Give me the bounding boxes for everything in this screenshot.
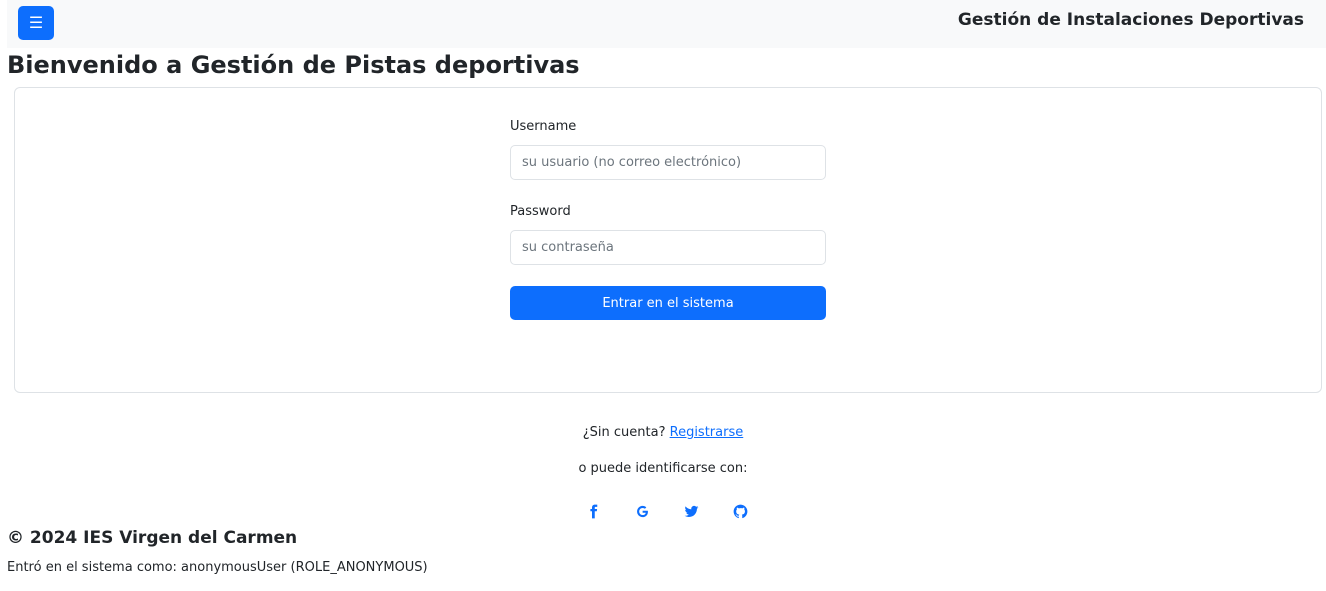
- password-label: Password: [510, 204, 571, 219]
- hamburger-icon: ☰: [28, 15, 44, 32]
- facebook-icon[interactable]: [583, 501, 603, 521]
- footer-copyright: © 2024 IES Virgen del Carmen: [7, 528, 298, 548]
- password-input[interactable]: [510, 230, 826, 265]
- navbar: ☰ Gestión de Instalaciones Deportivas: [7, 0, 1326, 48]
- github-icon[interactable]: [730, 501, 750, 521]
- session-info: Entró en el sistema como: anonymousUser …: [7, 560, 428, 575]
- page-title: Bienvenido a Gestión de Pistas deportiva…: [7, 51, 580, 79]
- navbar-brand[interactable]: Gestión de Instalaciones Deportivas: [958, 10, 1304, 30]
- google-icon[interactable]: [632, 501, 652, 521]
- signup-link[interactable]: Registrarse: [670, 425, 744, 440]
- username-label: Username: [510, 119, 577, 134]
- twitter-icon[interactable]: [681, 501, 701, 521]
- username-input[interactable]: [510, 145, 826, 180]
- menu-toggle-button[interactable]: ☰: [18, 6, 54, 40]
- signup-prompt: ¿Sin cuenta? Registrarse: [0, 425, 1326, 440]
- login-submit-button[interactable]: Entrar en el sistema: [510, 286, 826, 320]
- social-login-prompt: o puede identificarse con:: [578, 461, 748, 476]
- social-login-icons: [583, 501, 750, 521]
- login-card: Username Password Entrar en el sistema: [14, 87, 1322, 393]
- signup-prompt-text: ¿Sin cuenta?: [582, 425, 666, 440]
